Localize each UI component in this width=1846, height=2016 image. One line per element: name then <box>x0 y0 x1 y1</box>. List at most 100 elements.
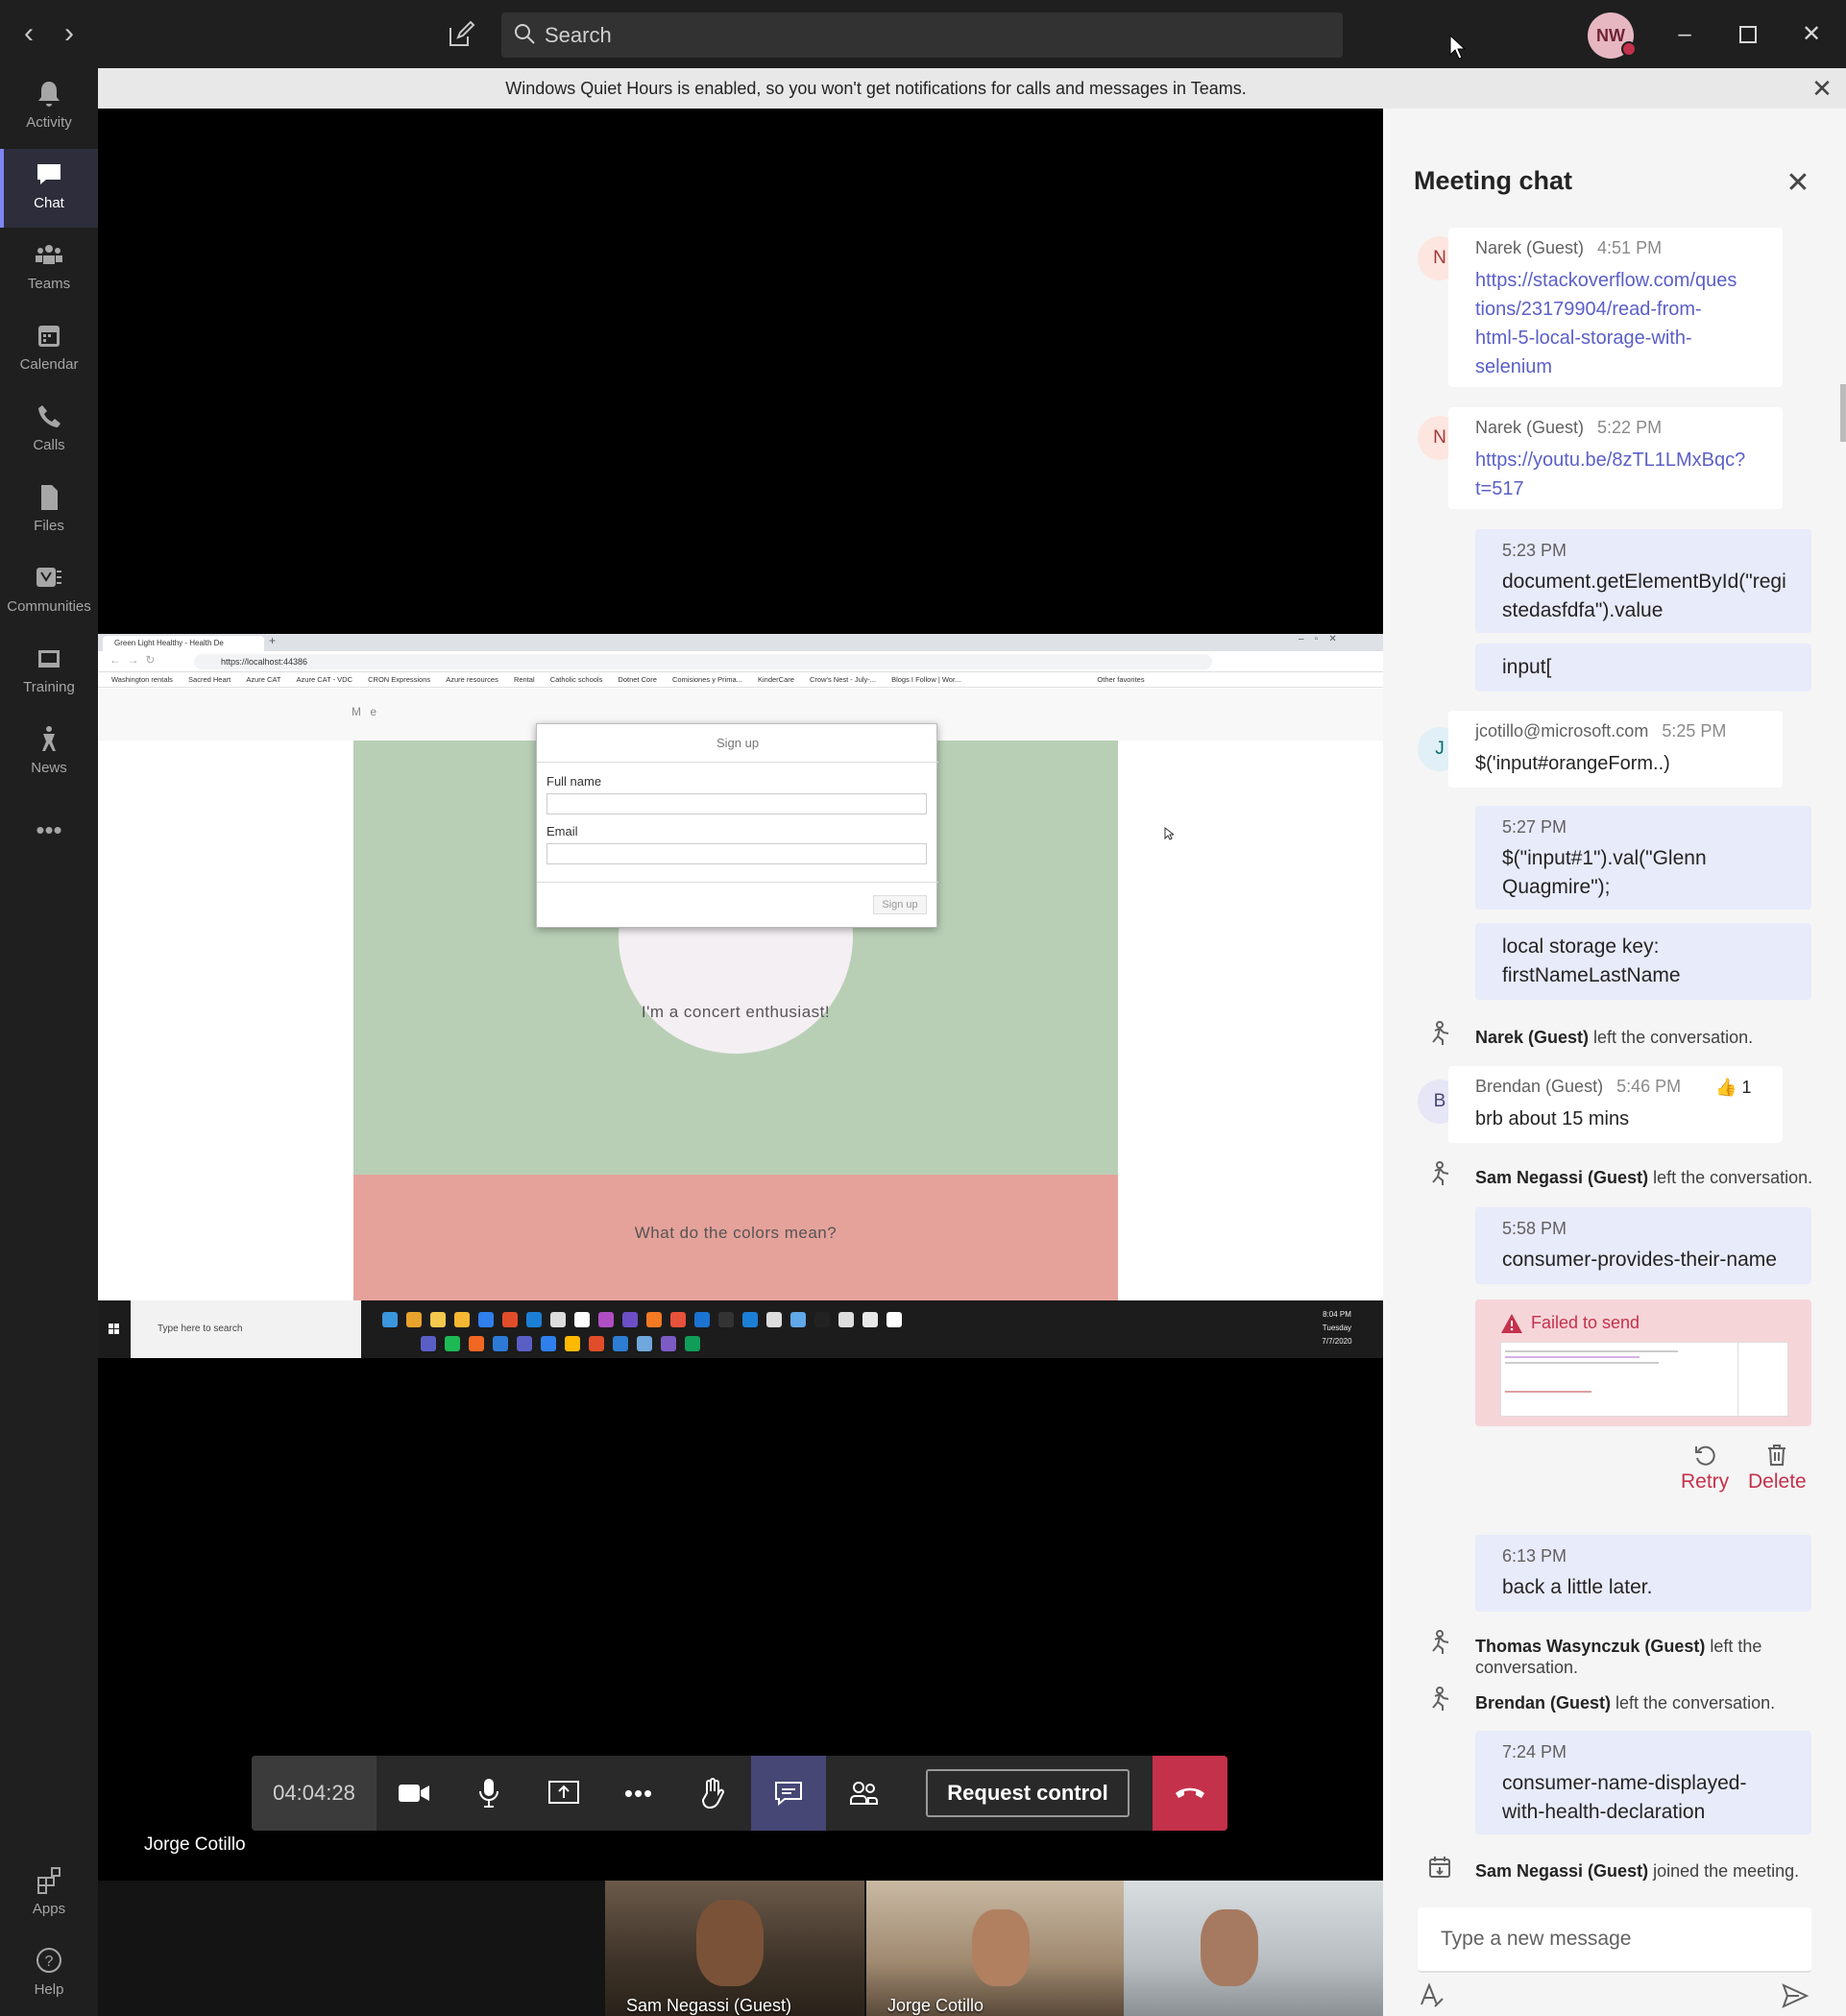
message-author: Brendan (Guest) <box>1475 1077 1604 1096</box>
bookmark: KinderCare <box>757 675 794 684</box>
rail-item-communities[interactable]: Communities <box>0 552 98 631</box>
participant-video[interactable]: Jorge Cotillo <box>866 1881 1126 2016</box>
raise-hand-button[interactable] <box>676 1756 751 1831</box>
hang-up-button[interactable] <box>1153 1756 1227 1831</box>
modal-title: Sign up <box>537 724 938 763</box>
participants-icon <box>850 1782 878 1805</box>
mic-button[interactable] <box>451 1756 526 1831</box>
message-body: back a little later. <box>1502 1576 1653 1598</box>
share-button[interactable] <box>526 1756 601 1831</box>
message-time: 5:25 PM <box>1662 721 1727 741</box>
reaction[interactable]: 👍 1 <box>1715 1078 1751 1098</box>
participant-name: Sam Negassi (Guest) <box>626 1996 792 2015</box>
new-chat-icon[interactable] <box>440 15 482 54</box>
system-message-text: left the conversation. <box>1589 1028 1754 1047</box>
bookmark: Catholic schools <box>549 675 603 684</box>
participants-button[interactable] <box>826 1756 901 1831</box>
retry-button[interactable]: Retry <box>1681 1444 1729 1494</box>
rail-item-calls[interactable]: Calls <box>0 391 98 470</box>
banner-text: Windows Quiet Hours is enabled, so you w… <box>505 79 1247 98</box>
message-time: 5:27 PM <box>1502 817 1567 837</box>
minimize-button[interactable]: – <box>1664 13 1706 56</box>
leave-icon <box>1432 1021 1449 1045</box>
message-body: input[ <box>1502 656 1552 678</box>
participant-video[interactable]: Sam Negassi (Guest) <box>605 1881 864 2016</box>
teams-window: ‹ › NW – ✕ Activity Chat Teams Calendar … <box>0 0 1846 2016</box>
message-body: consumer-name-displayed-with-health-decl… <box>1502 1769 1746 1827</box>
rail-item-activity[interactable]: Activity <box>0 68 98 147</box>
rail-item-files[interactable]: Files <box>0 472 98 550</box>
system-message: Thomas Wasynczuk (Guest) left the conver… <box>1475 1636 1802 1678</box>
more-apps-button[interactable]: ••• <box>0 794 98 873</box>
link-line: tions/23179904/read-from- <box>1475 299 1702 320</box>
title-bar: ‹ › NW – ✕ <box>0 0 1846 68</box>
system-message-text: joined the meeting. <box>1648 1861 1800 1881</box>
format-icon[interactable] <box>1418 1981 1446 2010</box>
system-message: Brendan (Guest) left the conversation. <box>1475 1692 1821 1713</box>
more-actions-button[interactable]: ••• <box>601 1756 676 1831</box>
attachment-thumbnail[interactable] <box>1500 1342 1788 1418</box>
hang-up-icon <box>1176 1787 1204 1798</box>
news-icon <box>42 726 56 751</box>
close-window-button[interactable]: ✕ <box>1790 13 1833 56</box>
rail-label: Apps <box>32 1901 66 1917</box>
participant-video[interactable] <box>1124 1881 1383 2016</box>
delete-button[interactable]: Delete <box>1748 1444 1807 1494</box>
message-time: 5:23 PM <box>1502 541 1567 560</box>
forward-icon[interactable]: › <box>52 17 86 52</box>
training-icon <box>38 650 60 668</box>
bell-icon <box>38 82 60 107</box>
rail-item-training[interactable]: Training <box>0 633 98 712</box>
message-meta: Brendan (Guest) 5:46 PM <box>1475 1077 1681 1097</box>
rail-label: Training <box>23 679 75 695</box>
rail-item-apps[interactable]: Apps <box>0 1855 98 1933</box>
profile-tagline: I'm a concert enthusiast! <box>641 1003 831 1021</box>
system-message-text: left the conversation. <box>1611 1693 1776 1712</box>
rail-label: Files <box>34 518 64 534</box>
clock-date: 7/7/2020 <box>1322 1337 1352 1346</box>
message-body: https://stackoverflow.com/ques tions/2317… <box>1475 266 1737 381</box>
banner-close-icon[interactable]: ✕ <box>1808 68 1836 109</box>
browser-tab-strip: Green Light Healthy - Health De + – ▫ ✕ <box>98 634 1383 651</box>
search-input[interactable] <box>545 12 1313 58</box>
close-chat-icon[interactable]: ✕ <box>1779 164 1817 203</box>
colors-question: What do the colors mean? <box>634 1224 838 1242</box>
rail-item-calendar[interactable]: Calendar <box>0 310 98 389</box>
busy-status-icon <box>1621 41 1637 57</box>
own-message: 7:24 PM consumer-name-displayed-with-hea… <box>1475 1731 1811 1834</box>
rail-label: Help <box>34 1981 64 1998</box>
delete-label: Delete <box>1748 1470 1807 1493</box>
email-field <box>547 843 927 864</box>
own-message: 6:13 PM back a little later. <box>1475 1535 1811 1612</box>
message-meta: Narek (Guest) 5:22 PM <box>1475 418 1662 438</box>
maximize-button[interactable] <box>1727 13 1769 56</box>
thumbs-up-icon: 👍 <box>1715 1078 1737 1097</box>
message-link[interactable]: https://youtu.be/8zTL1LMxBqc? t=517 <box>1475 449 1745 499</box>
search-bar[interactable] <box>501 12 1343 58</box>
rail-item-chat[interactable]: Chat <box>0 149 98 228</box>
message-line: firstNameLastName <box>1502 964 1681 986</box>
rail-item-help[interactable]: ? Help <box>0 1935 98 2014</box>
clock-day: Tuesday <box>1322 1324 1352 1332</box>
message-compose-box[interactable] <box>1418 1907 1811 1973</box>
chat-toggle-button[interactable] <box>751 1756 826 1831</box>
rail-label: Chat <box>34 195 64 211</box>
back-icon[interactable]: ‹ <box>12 17 46 52</box>
bookmark: Blogs I Follow | Wor... <box>891 675 961 684</box>
rail-item-teams[interactable]: Teams <box>0 230 98 308</box>
message-body: https://youtu.be/8zTL1LMxBqc? t=517 <box>1475 446 1745 503</box>
send-icon[interactable] <box>1781 1981 1810 2010</box>
message-link[interactable]: https://stackoverflow.com/ques tions/2317… <box>1475 270 1737 377</box>
yammer-icon <box>36 568 61 587</box>
camera-icon <box>399 1785 429 1802</box>
request-control-button[interactable]: Request control <box>926 1769 1129 1817</box>
bookmark: Rental <box>513 675 535 684</box>
failed-message: Failed to send <box>1475 1299 1811 1426</box>
call-stage: Green Light Healthy - Health De + – ▫ ✕ … <box>98 109 1383 1881</box>
presenter-name: Jorge Cotillo <box>144 1834 246 1855</box>
rail-item-news[interactable]: News <box>0 714 98 792</box>
camera-button[interactable] <box>376 1756 451 1831</box>
message-input[interactable] <box>1441 1907 1796 1971</box>
chat-scrollbar[interactable] <box>1840 384 1846 442</box>
chat-icon <box>37 164 61 184</box>
